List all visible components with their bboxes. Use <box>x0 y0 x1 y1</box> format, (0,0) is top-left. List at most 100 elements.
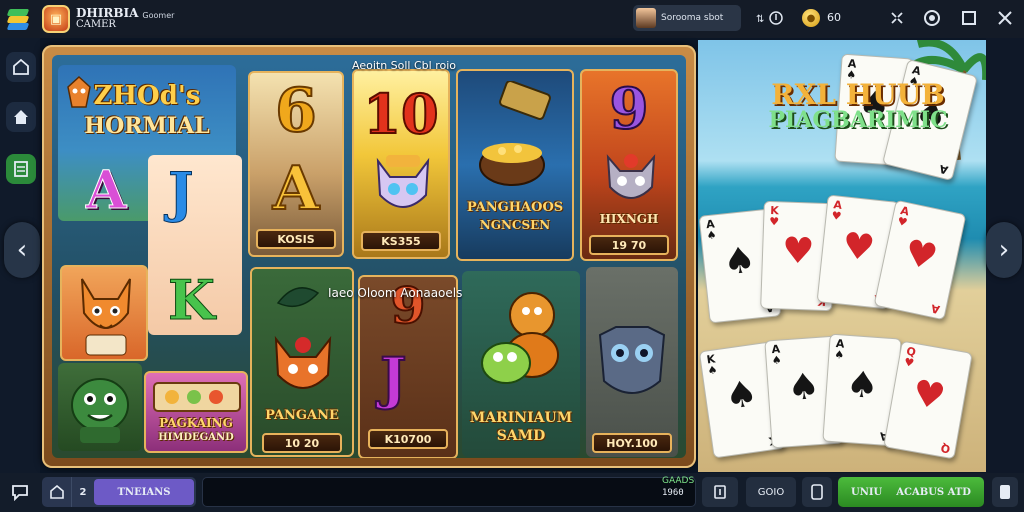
letter-a-symbol: A <box>85 160 127 221</box>
card-game-panel[interactable]: RXL HUUB PIAGBARIMIC A♠♠AA♠♠AA♠♠AK♥♥KA♥♥… <box>698 40 986 472</box>
nine-cell: 9 HIXNGH 19 70 <box>580 69 678 261</box>
bluestacks-logo-icon[interactable] <box>6 8 32 30</box>
pot-cell: PANGHAOOS NGNCSEN <box>456 69 574 261</box>
nine-symbol: 9 <box>609 76 650 142</box>
avatar <box>636 8 656 28</box>
emulator-window: ▣ DHIRBIA CAMER Goomer Sorooma sbot ⇅ ● … <box>0 0 1024 512</box>
slot-reels[interactable]: Aeoitn Soll Cbl roio ZHOd's HORMIAL A J … <box>52 55 686 458</box>
next-arrow-icon[interactable]: › <box>986 222 1022 278</box>
card-suit: ♥ <box>896 214 909 230</box>
card-suit: ♠ <box>706 363 719 378</box>
device-icon[interactable] <box>992 477 1018 507</box>
account-label: Sorooma sbot <box>661 13 724 23</box>
record-icon[interactable] <box>920 7 944 29</box>
pot-caption-line2: NGNCSEN <box>479 218 551 232</box>
card-suit: ♥ <box>768 214 780 229</box>
coin-icon: ● <box>801 7 821 29</box>
balance-label: GAADS <box>662 476 695 486</box>
play-action-button[interactable]: UNIU ACABUS ATD <box>838 477 984 507</box>
mode-home-icon[interactable] <box>42 477 72 507</box>
six-value-plate: KOSIS <box>256 229 336 249</box>
ten-value-plate: KS355 <box>361 231 441 251</box>
prev-arrow-icon[interactable]: ‹ <box>4 222 40 278</box>
app-icon[interactable]: ▣ <box>42 5 70 33</box>
bet-stack-icon[interactable] <box>702 477 738 507</box>
chat-icon[interactable] <box>6 477 34 507</box>
letter-k-symbol: K <box>168 268 216 332</box>
chip-button[interactable]: GOIO <box>746 477 796 507</box>
card-corner: K ♥ <box>768 204 780 229</box>
dino-icon <box>64 369 136 451</box>
card-title-line1: RXL HUUB <box>771 78 945 111</box>
multi-instance-icon[interactable]: ⇅ <box>752 7 786 29</box>
six-symbol: 6 <box>274 76 318 146</box>
maximize-icon[interactable] <box>958 7 980 29</box>
mid-caption: Iaeo Oloom Aonaaoels <box>328 286 463 300</box>
card-center-suit: ♠ <box>844 363 880 408</box>
letter-j-pink-symbol: J <box>379 346 407 412</box>
library-icon[interactable] <box>6 154 36 184</box>
mode-label[interactable]: TNEIANS <box>94 479 194 505</box>
treasure-pot-icon <box>479 81 551 186</box>
fox-cell <box>60 265 148 361</box>
card-suit: ♥ <box>903 355 916 370</box>
card-suit: ♠ <box>771 353 783 368</box>
cat-gray-icon <box>600 151 662 215</box>
title-bar: ▣ DHIRBIA CAMER Goomer Sorooma sbot ⇅ ● … <box>0 0 1024 38</box>
card-corner-bottom: Q <box>939 441 951 456</box>
ten-cell: 10 KS355 <box>352 69 450 259</box>
card-corner-bottom: A <box>930 301 942 317</box>
action-label-2: ACABUS ATD <box>896 486 971 498</box>
nine-j-cell: 9 J K10700 <box>358 275 458 458</box>
card-corner: A ♠ <box>833 337 845 362</box>
letter-j-symbol: J <box>168 160 195 224</box>
card-corner: A ♠ <box>771 343 783 368</box>
card-center-suit: ♥ <box>909 372 949 419</box>
mode-selector[interactable]: 2 TNEIANS <box>42 477 196 507</box>
mode-number: 2 <box>79 486 87 498</box>
card-center-suit: ♥ <box>900 232 941 280</box>
panda-caption: PANGANE <box>265 408 339 423</box>
dino-cell <box>58 363 142 451</box>
coin-count: 60 <box>827 11 841 24</box>
card-corner: Q ♥ <box>903 345 917 370</box>
cat-gold-icon <box>368 153 438 227</box>
owl-value-plate: HOY.100 <box>592 433 672 453</box>
monkey-icon <box>476 285 568 399</box>
card-suit: ♠ <box>833 348 845 362</box>
ten-symbol: 10 <box>362 82 439 146</box>
house-icon[interactable] <box>6 102 36 132</box>
app-title-line2: CAMER <box>76 19 116 30</box>
pack-cell: PAGKAING HIMDEGAND <box>144 371 248 453</box>
fox-icon <box>70 273 142 359</box>
svg-text:⇅: ⇅ <box>756 14 764 25</box>
food-tray-icon <box>153 382 241 412</box>
game-title-line2: HORMIAL <box>84 113 210 139</box>
a-gold-symbol: A <box>272 154 321 224</box>
account-button[interactable]: Sorooma sbot <box>633 5 741 31</box>
close-icon[interactable] <box>994 7 1016 29</box>
slot-game-frame: Aeoitn Soll Cbl roio ZHOd's HORMIAL A J … <box>42 45 696 468</box>
nine-j-value-plate: K10700 <box>368 429 448 449</box>
card-corner: A ♥ <box>830 198 843 224</box>
fox-red-icon <box>266 333 340 407</box>
action-label-1: UNIU <box>851 486 883 498</box>
app-tag: Goomer <box>142 11 175 20</box>
balance-value: 1960 <box>662 488 684 498</box>
nine-caption: HIXNGH <box>599 212 659 226</box>
card-suit: ♥ <box>830 209 843 224</box>
app-title: DHIRBIA CAMER <box>76 7 138 31</box>
phone-icon[interactable] <box>802 477 832 507</box>
pack-caption-line1: PAGKAING <box>159 416 233 430</box>
game-title-line1: ZHOd's <box>93 81 201 111</box>
card-game-title: RXL HUUB PIAGBARIMIC <box>738 80 978 132</box>
owl-icon <box>592 321 672 411</box>
collapse-icon[interactable] <box>886 7 908 29</box>
card-corner: K ♠ <box>705 352 719 378</box>
monkey-caption-line1: MARINIAUM <box>469 410 573 426</box>
nine-value-plate: 19 70 <box>589 235 669 255</box>
pot-caption-line1: PANGHAOOS <box>466 200 564 215</box>
card-corner: A ♠ <box>705 217 718 242</box>
balance-field <box>202 477 696 507</box>
home-icon[interactable] <box>6 52 36 82</box>
